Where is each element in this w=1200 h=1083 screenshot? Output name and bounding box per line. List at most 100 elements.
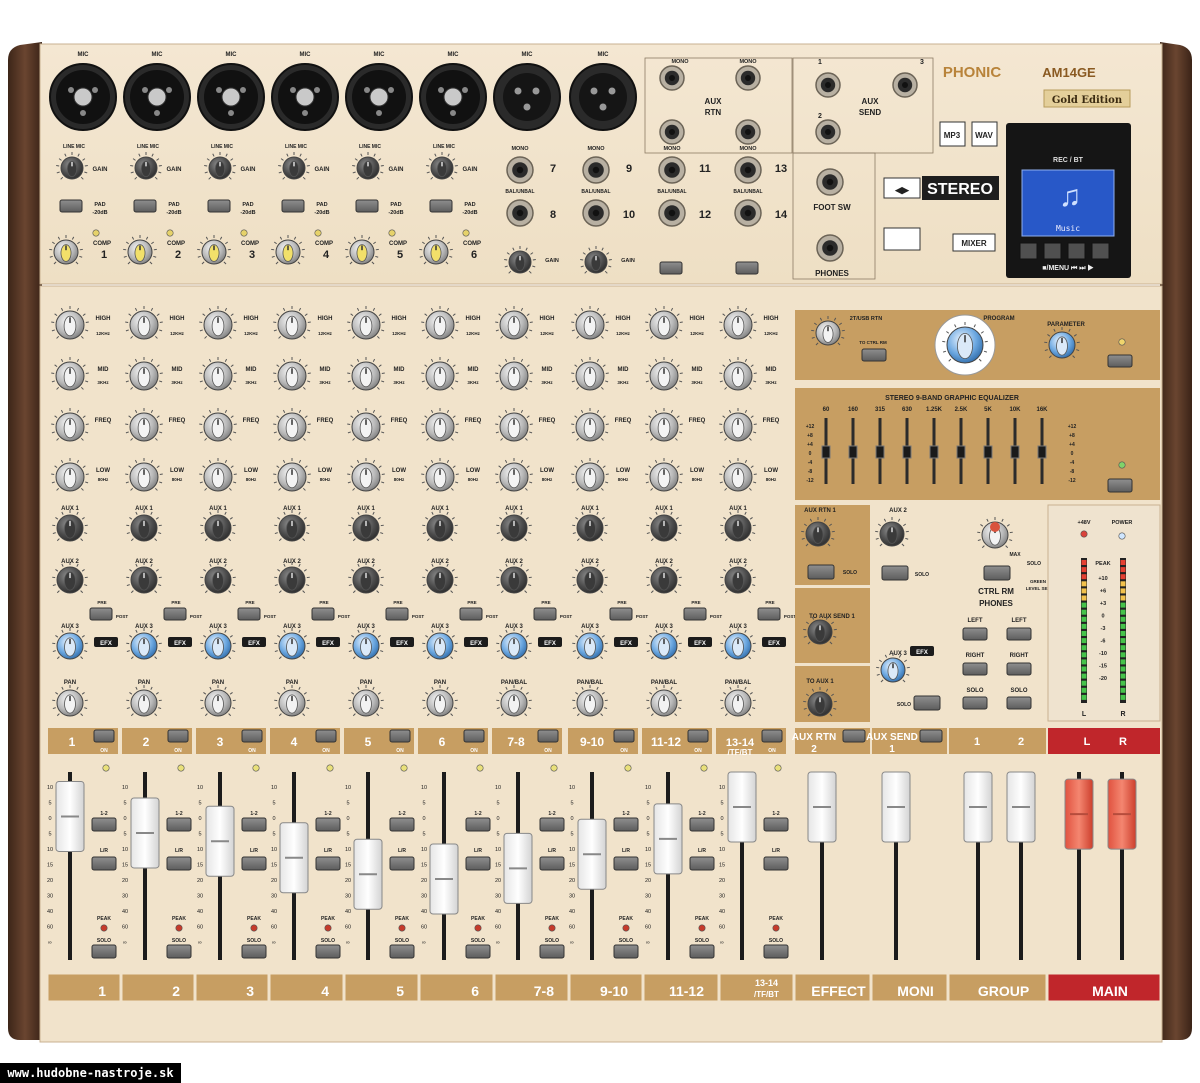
group-solo-button[interactable] xyxy=(1006,696,1032,710)
assign-lr-button[interactable] xyxy=(465,856,491,871)
aux3-solo-button[interactable] xyxy=(913,695,941,711)
pad-button[interactable] xyxy=(59,199,83,213)
assign-right-button[interactable] xyxy=(962,662,988,676)
assign-lr-button[interactable] xyxy=(241,856,267,871)
pad-button[interactable] xyxy=(429,199,453,213)
pre-post-button[interactable] xyxy=(459,607,483,621)
pre-post-button[interactable] xyxy=(533,607,557,621)
on-button[interactable] xyxy=(537,729,559,743)
assign-lr-button[interactable] xyxy=(166,856,192,871)
channel-solo-button[interactable] xyxy=(613,944,639,959)
pad-button[interactable] xyxy=(207,199,231,213)
aux-rtn-jack[interactable] xyxy=(659,65,685,91)
xlr-jack[interactable] xyxy=(493,63,561,131)
assign-12-button[interactable] xyxy=(389,817,415,832)
on-button[interactable] xyxy=(241,729,263,743)
channel-solo-button[interactable] xyxy=(241,944,267,959)
assign-lr-button[interactable] xyxy=(315,856,341,871)
ctrl-room-solo-button[interactable] xyxy=(983,565,1011,581)
pre-post-button[interactable] xyxy=(757,607,781,621)
assign-lr-button[interactable] xyxy=(539,856,565,871)
combo-xlr-jack[interactable] xyxy=(419,63,487,131)
assign-12-button[interactable] xyxy=(315,817,341,832)
geq-slider[interactable] xyxy=(902,445,912,459)
geq-slider[interactable] xyxy=(929,445,939,459)
channel-solo-button[interactable] xyxy=(689,944,715,959)
aux2-solo-button[interactable] xyxy=(881,565,909,581)
pre-post-button[interactable] xyxy=(163,607,187,621)
combo-xlr-jack[interactable] xyxy=(49,63,117,131)
pad-button[interactable] xyxy=(355,199,379,213)
line-jack-bottom[interactable] xyxy=(506,199,534,227)
on-button[interactable] xyxy=(315,729,337,743)
pre-post-button[interactable] xyxy=(311,607,335,621)
line-jack-top[interactable] xyxy=(658,156,686,184)
assign-12-button[interactable] xyxy=(539,817,565,832)
combo-xlr-jack[interactable] xyxy=(271,63,339,131)
group-solo-button[interactable] xyxy=(962,696,988,710)
line-jack-bottom[interactable] xyxy=(734,199,762,227)
geq-slider[interactable] xyxy=(875,445,885,459)
to-ctrl-rm-button[interactable] xyxy=(861,348,887,362)
pre-post-button[interactable] xyxy=(89,607,113,621)
geq-on-button[interactable] xyxy=(1107,478,1133,493)
on-button[interactable] xyxy=(167,729,189,743)
line-jack-top[interactable] xyxy=(506,156,534,184)
geq-slider[interactable] xyxy=(1037,445,1047,459)
combo-xlr-jack[interactable] xyxy=(123,63,191,131)
combo-xlr-jack[interactable] xyxy=(197,63,265,131)
geq-slider[interactable] xyxy=(956,445,966,459)
geq-slider[interactable] xyxy=(983,445,993,459)
line-pad-button[interactable] xyxy=(659,261,683,275)
assign-right-button[interactable] xyxy=(1006,662,1032,676)
channel-solo-button[interactable] xyxy=(389,944,415,959)
assign-lr-button[interactable] xyxy=(91,856,117,871)
line-jack-top[interactable] xyxy=(734,156,762,184)
effect-on-button[interactable] xyxy=(1107,354,1133,368)
channel-solo-button[interactable] xyxy=(91,944,117,959)
assign-lr-button[interactable] xyxy=(613,856,639,871)
assign-lr-button[interactable] xyxy=(689,856,715,871)
pad-button[interactable] xyxy=(281,199,305,213)
xlr-jack[interactable] xyxy=(569,63,637,131)
aux-send-jack[interactable] xyxy=(815,119,841,145)
line-jack-top[interactable] xyxy=(582,156,610,184)
assign-lr-button[interactable] xyxy=(763,856,789,871)
pre-post-button[interactable] xyxy=(683,607,707,621)
combo-xlr-jack[interactable] xyxy=(345,63,413,131)
pre-post-button[interactable] xyxy=(609,607,633,621)
pad-button[interactable] xyxy=(133,199,157,213)
aux-rtn1-solo-button[interactable] xyxy=(807,564,835,580)
geq-slider[interactable] xyxy=(848,445,858,459)
assign-12-button[interactable] xyxy=(465,817,491,832)
on-button[interactable] xyxy=(613,729,635,743)
aux-send1-on-button[interactable] xyxy=(919,729,943,743)
assign-12-button[interactable] xyxy=(763,817,789,832)
assign-12-button[interactable] xyxy=(689,817,715,832)
line-pad-button[interactable] xyxy=(735,261,759,275)
aux-send-jack[interactable] xyxy=(815,72,841,98)
channel-solo-button[interactable] xyxy=(315,944,341,959)
player-button[interactable] xyxy=(1019,242,1038,260)
pre-post-button[interactable] xyxy=(385,607,409,621)
on-button[interactable] xyxy=(93,729,115,743)
assign-lr-button[interactable] xyxy=(389,856,415,871)
on-button[interactable] xyxy=(389,729,411,743)
aux-send-jack[interactable] xyxy=(892,72,918,98)
geq-slider[interactable] xyxy=(821,445,831,459)
player-button[interactable] xyxy=(1091,242,1110,260)
channel-solo-button[interactable] xyxy=(465,944,491,959)
line-jack-bottom[interactable] xyxy=(658,199,686,227)
channel-solo-button[interactable] xyxy=(539,944,565,959)
on-button[interactable] xyxy=(463,729,485,743)
assign-12-button[interactable] xyxy=(91,817,117,832)
assign-left-button[interactable] xyxy=(1006,627,1032,641)
aux-rtn-jack[interactable] xyxy=(659,119,685,145)
pre-post-button[interactable] xyxy=(237,607,261,621)
on-button[interactable] xyxy=(687,729,709,743)
aux-rtn-jack[interactable] xyxy=(735,65,761,91)
assign-left-button[interactable] xyxy=(962,627,988,641)
aux-rtn-jack[interactable] xyxy=(735,119,761,145)
player-button[interactable] xyxy=(1067,242,1086,260)
line-jack-bottom[interactable] xyxy=(582,199,610,227)
